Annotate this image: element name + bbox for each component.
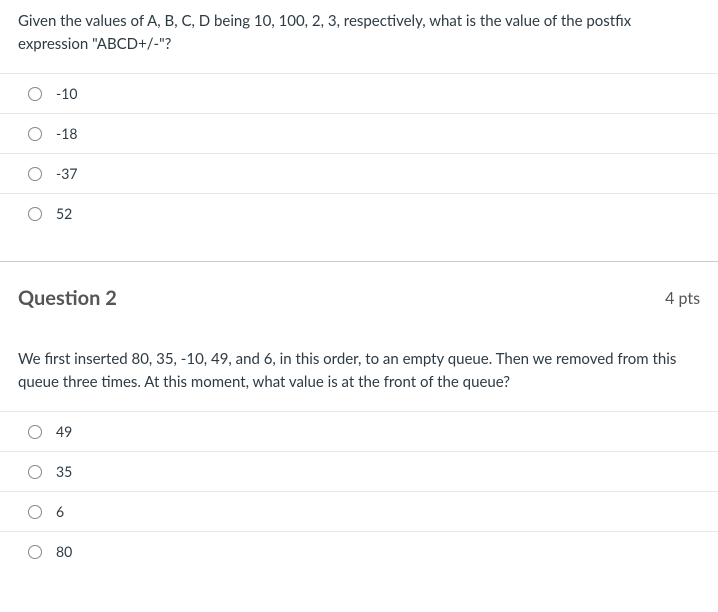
question-1-prompt: Given the values of A, B, C, D being 10,… [0, 0, 718, 73]
question-2: Question 2 4 pts We first inserted 80, 3… [0, 262, 718, 571]
question-2-header: Question 2 4 pts [0, 262, 718, 320]
question-1-options: -10 -18 -37 52 [0, 73, 718, 233]
option-row[interactable]: -10 [0, 74, 718, 114]
radio-icon[interactable] [28, 505, 42, 519]
option-row[interactable]: 52 [0, 194, 718, 233]
option-label: -10 [56, 85, 77, 102]
radio-icon[interactable] [28, 127, 42, 141]
radio-icon[interactable] [28, 425, 42, 439]
radio-icon[interactable] [28, 167, 42, 181]
option-row[interactable]: 80 [0, 532, 718, 571]
option-label: 6 [56, 503, 64, 520]
option-row[interactable]: -18 [0, 114, 718, 154]
option-label: -18 [56, 125, 77, 142]
question-2-title: Question 2 [18, 286, 117, 310]
question-2-prompt: We first inserted 80, 35, -10, 49, and 6… [0, 338, 718, 411]
option-row[interactable]: 6 [0, 492, 718, 532]
radio-icon[interactable] [28, 465, 42, 479]
radio-icon[interactable] [28, 545, 42, 559]
radio-icon[interactable] [28, 207, 42, 221]
option-label: 80 [56, 543, 72, 560]
option-label: 49 [56, 423, 72, 440]
question-2-options: 49 35 6 80 [0, 411, 718, 571]
option-row[interactable]: 35 [0, 452, 718, 492]
question-1: Given the values of A, B, C, D being 10,… [0, 0, 718, 233]
question-2-points: 4 pts [665, 289, 700, 308]
option-label: 35 [56, 463, 72, 480]
option-row[interactable]: -37 [0, 154, 718, 194]
option-label: -37 [56, 165, 77, 182]
option-row[interactable]: 49 [0, 412, 718, 452]
option-label: 52 [56, 205, 72, 222]
radio-icon[interactable] [28, 87, 42, 101]
